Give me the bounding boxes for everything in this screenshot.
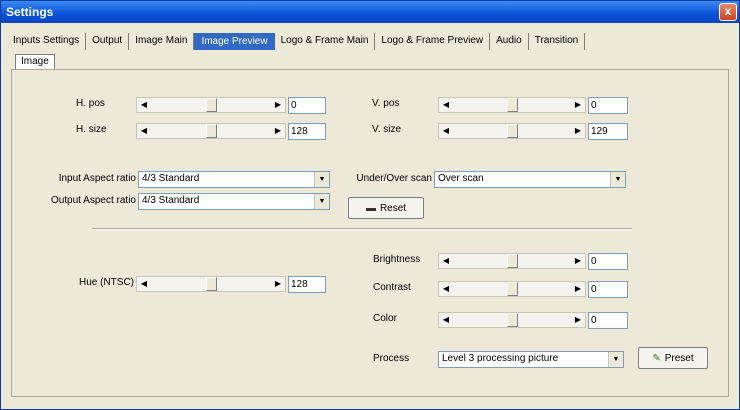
- arrow-right-icon[interactable]: ▶: [571, 254, 585, 268]
- arrow-right-icon[interactable]: ▶: [271, 277, 285, 291]
- tab-image-main[interactable]: Image Main: [129, 33, 195, 50]
- tab-transition[interactable]: Transition: [529, 33, 586, 50]
- brightness-field[interactable]: 0: [588, 253, 628, 270]
- close-icon: x: [724, 4, 732, 18]
- slider-thumb[interactable]: [507, 313, 518, 327]
- process-select[interactable]: Level 3 processing picture ▼: [438, 351, 624, 368]
- slider-thumb[interactable]: [507, 124, 518, 138]
- chevron-down-icon[interactable]: ▼: [608, 352, 623, 367]
- v-size-label: V. size: [372, 124, 402, 135]
- preset-button-label: Preset: [664, 352, 694, 364]
- v-pos-slider[interactable]: ◀ ▶: [438, 97, 586, 113]
- arrow-left-icon[interactable]: ◀: [137, 277, 151, 291]
- hue-slider[interactable]: ◀ ▶: [136, 276, 286, 292]
- arrow-left-icon[interactable]: ◀: [439, 254, 453, 268]
- h-pos-label: H. pos: [76, 98, 105, 109]
- h-size-field[interactable]: 128: [288, 123, 326, 140]
- tab-audio[interactable]: Audio: [490, 33, 529, 50]
- input-aspect-select[interactable]: 4/3 Standard ▼: [138, 171, 330, 188]
- h-pos-slider[interactable]: ◀ ▶: [136, 97, 286, 113]
- v-size-slider[interactable]: ◀ ▶: [438, 123, 586, 139]
- chevron-down-icon[interactable]: ▼: [314, 172, 329, 187]
- arrow-left-icon[interactable]: ◀: [439, 313, 453, 327]
- reset-icon: ▬: [365, 202, 376, 214]
- slider-thumb[interactable]: [507, 282, 518, 296]
- h-size-slider[interactable]: ◀ ▶: [136, 123, 286, 139]
- scan-label: Under/Over scan: [356, 173, 432, 184]
- scan-value: Over scan: [438, 173, 484, 184]
- hue-field[interactable]: 128: [288, 276, 326, 293]
- image-preview-panel: H. pos ◀ ▶ 0 H. size ◀ ▶ 128 V. pos ◀ ▶ …: [11, 69, 729, 397]
- window-title: Settings: [6, 5, 54, 19]
- settings-window: Settings x Inputs Settings Output Image …: [0, 0, 740, 410]
- hue-label: Hue (NTSC): [78, 277, 134, 288]
- slider-thumb[interactable]: [206, 98, 217, 112]
- contrast-field[interactable]: 0: [588, 281, 628, 298]
- tab-strip: Inputs Settings Output Image Main Image …: [7, 33, 586, 50]
- reset-button[interactable]: ▬ Reset: [348, 197, 424, 219]
- chevron-down-icon[interactable]: ▼: [610, 172, 625, 187]
- preset-button[interactable]: ✎ Preset: [638, 347, 708, 369]
- output-aspect-label: Output Aspect ratio: [50, 195, 136, 206]
- color-slider[interactable]: ◀ ▶: [438, 312, 586, 328]
- v-pos-label: V. pos: [372, 98, 400, 109]
- arrow-right-icon[interactable]: ▶: [571, 282, 585, 296]
- h-size-label: H. size: [76, 124, 107, 135]
- slider-thumb[interactable]: [507, 254, 518, 268]
- process-label: Process: [373, 353, 410, 364]
- input-aspect-value: 4/3 Standard: [142, 173, 200, 184]
- divider: [92, 228, 632, 230]
- tab-logo-frame-main[interactable]: Logo & Frame Main: [275, 33, 376, 50]
- title-bar[interactable]: Settings x: [1, 1, 739, 23]
- arrow-left-icon[interactable]: ◀: [137, 98, 151, 112]
- close-button[interactable]: x: [719, 3, 737, 21]
- arrow-right-icon[interactable]: ▶: [571, 98, 585, 112]
- arrow-right-icon[interactable]: ▶: [571, 124, 585, 138]
- v-size-field[interactable]: 129: [588, 123, 628, 140]
- tab-logo-frame-preview[interactable]: Logo & Frame Preview: [375, 33, 491, 50]
- output-aspect-value: 4/3 Standard: [142, 195, 200, 206]
- contrast-slider[interactable]: ◀ ▶: [438, 281, 586, 297]
- color-field[interactable]: 0: [588, 312, 628, 329]
- preset-icon: ✎: [652, 352, 661, 364]
- output-aspect-select[interactable]: 4/3 Standard ▼: [138, 193, 330, 210]
- tab-inputs-settings[interactable]: Inputs Settings: [7, 33, 87, 50]
- input-aspect-label: Input Aspect ratio: [58, 173, 136, 184]
- arrow-right-icon[interactable]: ▶: [271, 124, 285, 138]
- arrow-right-icon[interactable]: ▶: [271, 98, 285, 112]
- reset-button-label: Reset: [379, 202, 407, 214]
- color-label: Color: [373, 313, 397, 324]
- tab-image-preview[interactable]: Image Preview: [194, 33, 275, 50]
- subtab-image[interactable]: Image: [15, 54, 55, 70]
- arrow-left-icon[interactable]: ◀: [439, 124, 453, 138]
- v-pos-field[interactable]: 0: [588, 97, 628, 114]
- brightness-label: Brightness: [373, 254, 421, 265]
- arrow-left-icon[interactable]: ◀: [439, 282, 453, 296]
- h-pos-field[interactable]: 0: [288, 97, 326, 114]
- arrow-left-icon[interactable]: ◀: [137, 124, 151, 138]
- arrow-right-icon[interactable]: ▶: [571, 313, 585, 327]
- chevron-down-icon[interactable]: ▼: [314, 194, 329, 209]
- contrast-label: Contrast: [373, 282, 411, 293]
- process-value: Level 3 processing picture: [442, 353, 559, 364]
- scan-select[interactable]: Over scan ▼: [434, 171, 626, 188]
- tab-output[interactable]: Output: [86, 33, 130, 50]
- slider-thumb[interactable]: [206, 124, 217, 138]
- slider-thumb[interactable]: [507, 98, 518, 112]
- brightness-slider[interactable]: ◀ ▶: [438, 253, 586, 269]
- arrow-left-icon[interactable]: ◀: [439, 98, 453, 112]
- status-bar: [11, 399, 729, 407]
- slider-thumb[interactable]: [206, 277, 217, 291]
